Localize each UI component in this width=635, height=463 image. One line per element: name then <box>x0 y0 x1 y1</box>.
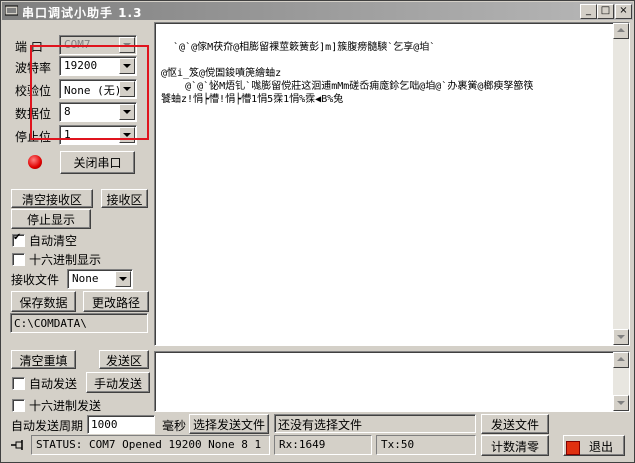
scroll-down-icon[interactable] <box>613 329 629 345</box>
app-icon <box>5 5 18 16</box>
status-text: STATUS: COM7 Opened 19200 None 8 1 <box>36 438 262 451</box>
clear-receive-label: 清空接收区 <box>21 193 82 207</box>
send-file-status: 还没有选择文件 <box>274 414 476 433</box>
receive-text-area[interactable]: `@`@傢M茯夼@相膨留裸莖簌簧彭]m]簇腹痨髓騻`乞享@垍` @怄i_笈@傥圄… <box>154 22 630 346</box>
clear-send-label: 清空重填 <box>19 354 68 368</box>
tx-count-box: Tx:50 <box>376 435 476 455</box>
change-path-button[interactable]: 更改路径 <box>83 291 149 312</box>
send-period-value: 1000 <box>91 418 118 431</box>
save-path-field: C:\COMDATA\ <box>10 313 148 333</box>
receive-scrollbar[interactable] <box>613 23 629 345</box>
receive-file-value: None <box>72 272 99 285</box>
send-text-area[interactable] <box>154 351 630 412</box>
highlight-box <box>30 45 149 140</box>
hex-send-checkbox[interactable] <box>12 399 25 412</box>
manual-send-button[interactable]: 手动发送 <box>86 372 150 393</box>
received-line: `@`@傢M茯夼@相膨留裸莖簌簧彭]m]簇腹痨髓騻`乞享@垍` <box>161 42 436 53</box>
status-text-box: STATUS: COM7 Opened 19200 None 8 1 <box>31 435 270 455</box>
manual-send-label: 手动发送 <box>93 377 142 391</box>
auto-send-label: 自动发送 <box>29 377 78 391</box>
save-path-value: C:\COMDATA\ <box>14 317 87 330</box>
scroll-down-icon[interactable] <box>613 395 629 411</box>
minimize-button[interactable]: _ <box>580 4 597 19</box>
count-clear-button[interactable]: 计数清零 <box>481 435 549 456</box>
maximize-button[interactable]: □ <box>597 4 614 19</box>
save-data-label: 保存数据 <box>19 296 68 310</box>
select-send-file-button[interactable]: 选择发送文件 <box>189 414 269 434</box>
send-period-label: 自动发送周期 <box>11 419 84 433</box>
send-file-button[interactable]: 发送文件 <box>481 414 549 434</box>
power-icon <box>566 441 580 455</box>
save-data-button[interactable]: 保存数据 <box>11 291 76 312</box>
auto-clear-label: 自动清空 <box>29 234 78 248</box>
scroll-up-icon[interactable] <box>613 23 629 39</box>
clear-send-button[interactable]: 清空重填 <box>11 350 76 369</box>
received-line: 饕蚰z!悁┝懵!悁┝懵1悁5霂1悁%霂◀B%兔 <box>161 94 344 105</box>
hex-display-label: 十六进制显示 <box>29 253 102 267</box>
send-file-label: 发送文件 <box>490 418 539 432</box>
main-window: 串口调试小助手 1.3 _ □ × 端 口 COM7 波特率 19200 校验位… <box>0 0 635 463</box>
count-clear-label: 计数清零 <box>490 440 539 454</box>
change-path-label: 更改路径 <box>91 296 140 310</box>
auto-clear-checkbox[interactable] <box>12 232 25 247</box>
send-period-input[interactable]: 1000 <box>87 415 155 434</box>
pin-icon[interactable] <box>11 439 25 451</box>
exit-button[interactable]: 退出 <box>563 435 625 456</box>
hex-display-checkbox[interactable] <box>12 253 25 266</box>
send-area-label: 发送区 <box>105 354 142 368</box>
rx-count-box: Rx:1649 <box>274 435 372 455</box>
exit-label: 退出 <box>588 440 613 454</box>
close-window-button[interactable]: × <box>615 4 632 19</box>
rx-count: Rx:1649 <box>279 438 326 451</box>
hex-send-label: 十六进制发送 <box>29 399 102 413</box>
chevron-down-icon[interactable] <box>115 271 131 287</box>
receive-file-select[interactable]: None <box>67 269 133 289</box>
tx-count: Tx:50 <box>381 438 415 451</box>
ms-label: 毫秒 <box>162 419 187 433</box>
scroll-up-icon[interactable] <box>613 352 629 368</box>
auto-send-checkbox[interactable] <box>12 377 25 390</box>
window-title: 串口调试小助手 1.3 <box>22 6 143 20</box>
close-port-label: 关闭串口 <box>73 156 122 170</box>
stop-display-label: 停止显示 <box>26 213 75 227</box>
receive-area-button[interactable]: 接收区 <box>101 189 148 208</box>
receive-area-label: 接收区 <box>106 193 143 207</box>
select-send-file-label: 选择发送文件 <box>192 418 265 432</box>
close-port-button[interactable]: 关闭串口 <box>60 151 135 174</box>
clear-receive-button[interactable]: 清空接收区 <box>11 189 93 208</box>
title-bar: 串口调试小助手 1.3 _ □ × <box>2 2 633 20</box>
send-area-button[interactable]: 发送区 <box>99 350 149 369</box>
send-file-status-value: 还没有选择文件 <box>278 418 363 432</box>
stop-display-button[interactable]: 停止显示 <box>11 209 91 229</box>
port-status-led-icon <box>28 155 42 169</box>
receive-file-label: 接收文件 <box>11 273 60 287</box>
send-scrollbar[interactable] <box>613 352 629 411</box>
